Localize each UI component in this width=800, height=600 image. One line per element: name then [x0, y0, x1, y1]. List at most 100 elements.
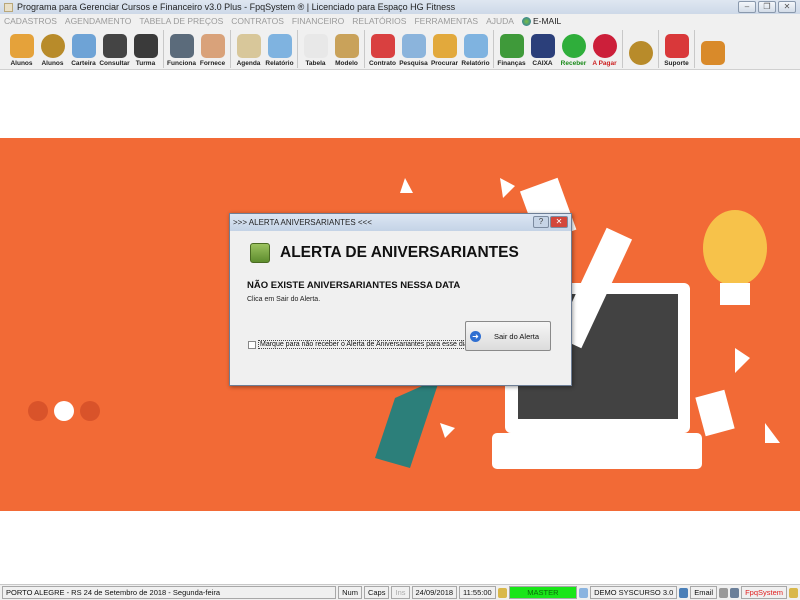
app-icon	[4, 2, 13, 12]
exit-alert-button[interactable]: ➜ Sair do Alerta	[465, 321, 551, 351]
menu-contratos[interactable]: CONTRATOS	[231, 16, 284, 26]
tie-shape	[375, 378, 440, 468]
toolbar-button-exit-door-21[interactable]	[697, 29, 728, 69]
finance-chart-icon	[499, 34, 524, 58]
computer-icon[interactable]	[730, 587, 740, 598]
pen-icon	[370, 34, 395, 58]
parchment-icon	[334, 34, 359, 58]
menu-financeiro[interactable]: FINANCEIRO	[292, 16, 344, 26]
id-card-icon	[71, 34, 96, 58]
printer-icon[interactable]	[719, 587, 729, 598]
dialog-title: >>> ALERTA ANIVERSARIANTES <<<	[233, 218, 372, 227]
menu-ferramentas[interactable]: FERRAMENTAS	[414, 16, 478, 26]
toolbar-separator	[493, 30, 494, 68]
triangle-deco	[400, 178, 413, 193]
toolbar-label: Relatório	[461, 60, 490, 67]
menu-relatorios[interactable]: RELATÓRIOS	[352, 16, 406, 26]
toolbar-button-suporte-20[interactable]: Suporte	[661, 29, 692, 69]
toolbar-label: Modelo	[335, 60, 358, 67]
id-badge-icon	[102, 34, 127, 58]
toolbar-separator	[658, 30, 659, 68]
support-icon	[664, 34, 689, 58]
minimize-button[interactable]: –	[738, 1, 756, 13]
window-title: Programa para Gerenciar Cursos e Finance…	[17, 2, 456, 12]
status-time: 11:55:00	[459, 586, 496, 599]
folder-icon	[432, 34, 457, 58]
menu-agendamento[interactable]: AGENDAMENTO	[65, 16, 131, 26]
checkbox-box[interactable]	[248, 340, 256, 349]
toolbar-label: Alunos	[41, 60, 64, 67]
email-icon[interactable]	[679, 587, 689, 598]
dialog-close-button[interactable]: ✕	[550, 216, 568, 228]
help-button[interactable]: ?	[533, 216, 549, 228]
toolbar-separator	[163, 30, 164, 68]
toolbar-label: CAIXA	[532, 60, 553, 67]
dialog-heading: ALERTA DE ANIVERSARIANTES	[280, 244, 519, 261]
toolbar-separator	[297, 30, 298, 68]
toolbar-label: Funciona	[167, 60, 196, 67]
menu-email[interactable]: E-MAIL	[521, 16, 561, 26]
toolbar-separator	[694, 30, 695, 68]
exit-door-icon	[700, 41, 725, 65]
toolbar-label: A Pagar	[592, 60, 617, 67]
toolbar-label: Turma	[135, 60, 156, 67]
toolbar-button-contrato-11[interactable]: Contrato	[367, 29, 398, 69]
toolbar-button-alunos-0[interactable]: Alunos	[6, 29, 37, 69]
menu-tabela-de-precos[interactable]: TABELA DE PREÇOS	[139, 16, 223, 26]
toolbar-label: Pesquisa	[399, 60, 428, 67]
laptop-base	[492, 433, 702, 469]
toolbar-button-agenda-7[interactable]: Agenda	[233, 29, 264, 69]
toolbar-button-coin-19[interactable]	[625, 29, 656, 69]
toolbar-button-a-pagar-18[interactable]: A Pagar	[589, 29, 620, 69]
menu-ajuda[interactable]: AJUDA	[486, 16, 514, 26]
toolbar-label: Contrato	[368, 60, 397, 67]
employees-icon	[169, 34, 194, 58]
toolbar-label: Consultar	[99, 60, 130, 67]
coin-icon	[40, 34, 65, 58]
status-email[interactable]: Email	[690, 586, 718, 599]
alert-instruction: Clica em Sair do Alerta.	[247, 296, 321, 303]
toolbar-button-alunos-1[interactable]: Alunos	[37, 29, 68, 69]
toolbar-button-fornece-6[interactable]: Fornece	[197, 29, 228, 69]
toolbar-button-procurar-13[interactable]: Procurar	[429, 29, 460, 69]
brand-icon	[789, 587, 799, 598]
restore-button[interactable]: ❐	[758, 1, 776, 13]
toolbar-button-carteira-2[interactable]: Carteira	[68, 29, 99, 69]
toolbar-label: Alunos	[10, 60, 33, 67]
toolbar-button-finan-as-15[interactable]: Finanças	[496, 29, 527, 69]
user-icon	[497, 587, 507, 598]
alert-message: NÃO EXISTE ANIVERSARIANTES NESSA DATA	[247, 280, 461, 291]
dont-remind-checkbox[interactable]: Marque para não receber o Alerta de Aniv…	[248, 340, 471, 349]
toolbar-button-pesquisa-12[interactable]: Pesquisa	[398, 29, 429, 69]
coin-icon	[628, 41, 653, 65]
status-date: 24/09/2018	[411, 586, 458, 599]
dot-right	[80, 401, 100, 421]
status-location: PORTO ALEGRE - RS 24 de Setembro de 2018…	[2, 586, 337, 599]
menu-cadastros[interactable]: CADASTROS	[4, 16, 57, 26]
toolbar-button-tabela-9[interactable]: Tabela	[300, 29, 331, 69]
printer-icon	[267, 34, 292, 58]
toolbar-separator	[364, 30, 365, 68]
toolbar-label: Suporte	[664, 60, 689, 67]
toolbar-button-relat-rio-14[interactable]: Relatório	[460, 29, 491, 69]
triangle-deco	[735, 348, 750, 373]
toolbar-button-receber-17[interactable]: Receber	[558, 29, 589, 69]
toolbar-label: Procurar	[430, 60, 459, 67]
title-bar: Programa para Gerenciar Cursos e Finance…	[0, 0, 800, 14]
status-num: Num	[338, 586, 362, 599]
toolbar-button-relat-rio-8[interactable]: Relatório	[264, 29, 295, 69]
dialog-title-bar: >>> ALERTA ANIVERSARIANTES <<< ? ✕	[230, 214, 571, 231]
toolbar-button-funciona-5[interactable]: Funciona	[166, 29, 197, 69]
toolbar-label: Finanças	[497, 60, 526, 67]
toolbar-button-caixa-16[interactable]: CAIXA	[527, 29, 558, 69]
toolbar-button-modelo-10[interactable]: Modelo	[331, 29, 362, 69]
toolbar-button-consultar-3[interactable]: Consultar	[99, 29, 130, 69]
toolbar-label: Relatório	[265, 60, 294, 67]
dollar-green-icon	[561, 34, 586, 58]
status-caps: Caps	[363, 586, 390, 599]
close-button[interactable]: ✕	[778, 1, 796, 13]
toolbar-button-turma-4[interactable]: Turma	[130, 29, 161, 69]
search-doc-icon	[401, 34, 426, 58]
version-icon	[579, 587, 589, 598]
toolbar-label: Receber	[560, 60, 587, 67]
